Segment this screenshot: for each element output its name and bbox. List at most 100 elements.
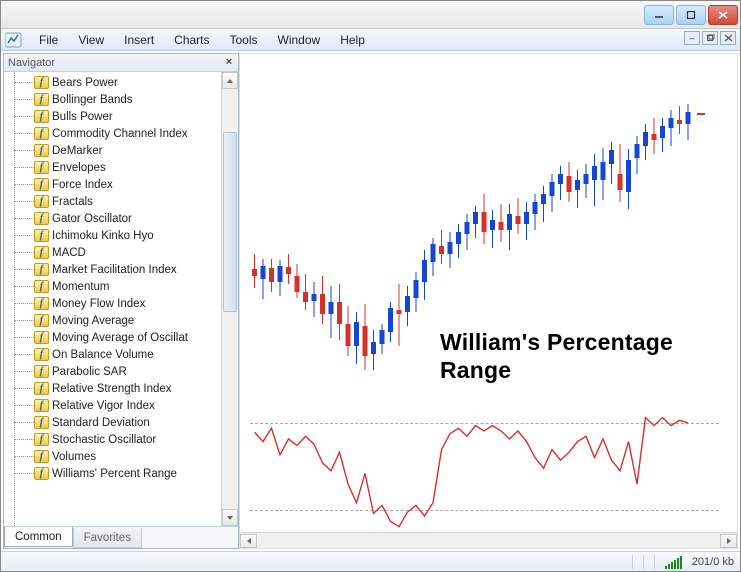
window-titlebar bbox=[1, 1, 740, 29]
mdi-close-button[interactable] bbox=[720, 31, 736, 45]
indicator-icon: f bbox=[34, 127, 49, 140]
menu-window[interactable]: Window bbox=[268, 30, 331, 50]
scroll-up-button[interactable] bbox=[222, 72, 238, 89]
indicator-item[interactable]: fRelative Strength Index bbox=[34, 380, 221, 397]
indicator-label: Market Facilitation Index bbox=[52, 264, 177, 276]
window-close-button[interactable] bbox=[708, 5, 738, 25]
indicator-item[interactable]: fWilliams' Percent Range bbox=[34, 465, 221, 482]
indicator-label: Stochastic Oscillator bbox=[52, 434, 156, 446]
chevron-right-icon bbox=[726, 537, 732, 545]
indicator-icon: f bbox=[34, 76, 49, 89]
indicator-icon: f bbox=[34, 297, 49, 310]
window-maximize-button[interactable] bbox=[676, 5, 706, 25]
minimize-icon bbox=[654, 11, 664, 19]
indicator-label: Standard Deviation bbox=[52, 417, 150, 429]
indicator-icon: f bbox=[34, 263, 49, 276]
indicator-label: Money Flow Index bbox=[52, 298, 145, 310]
indicator-item[interactable]: fVolumes bbox=[34, 448, 221, 465]
indicator-item[interactable]: fParabolic SAR bbox=[34, 363, 221, 380]
indicator-icon: f bbox=[34, 246, 49, 259]
connection-bars-icon bbox=[665, 555, 682, 569]
navigator-tab-common[interactable]: Common bbox=[4, 527, 73, 547]
scroll-thumb[interactable] bbox=[223, 132, 237, 312]
indicator-label: Momentum bbox=[52, 281, 110, 293]
indicator-icon: f bbox=[34, 161, 49, 174]
indicator-chart bbox=[240, 54, 738, 549]
navigator-scrollbar[interactable] bbox=[221, 72, 238, 526]
indicator-icon: f bbox=[34, 314, 49, 327]
indicator-item[interactable]: fFractals bbox=[34, 193, 221, 210]
indicator-label: Moving Average bbox=[52, 315, 134, 327]
chart-area[interactable]: William's Percentage Range bbox=[239, 53, 738, 549]
indicator-icon: f bbox=[34, 280, 49, 293]
indicator-label: DeMarker bbox=[52, 145, 102, 157]
statusbar: 201/0 kb bbox=[1, 551, 740, 571]
indicator-item[interactable]: fMoney Flow Index bbox=[34, 295, 221, 312]
window-minimize-button[interactable] bbox=[644, 5, 674, 25]
indicator-icon: f bbox=[34, 93, 49, 106]
indicator-item[interactable]: fMarket Facilitation Index bbox=[34, 261, 221, 278]
chevron-down-icon bbox=[226, 515, 234, 521]
indicator-item[interactable]: fBulls Power bbox=[34, 108, 221, 125]
indicator-item[interactable]: fRelative Vigor Index bbox=[34, 397, 221, 414]
menu-file[interactable]: File bbox=[29, 30, 68, 50]
indicator-label: Bollinger Bands bbox=[52, 94, 133, 106]
chart-scrollbar-horizontal[interactable] bbox=[240, 532, 737, 548]
mdi-restore-button[interactable] bbox=[702, 31, 718, 45]
indicator-item[interactable]: fEnvelopes bbox=[34, 159, 221, 176]
tree-guide-line bbox=[14, 72, 15, 526]
chevron-left-icon bbox=[246, 537, 252, 545]
menu-insert[interactable]: Insert bbox=[114, 30, 164, 50]
menubar: FileViewInsertChartsToolsWindowHelp – bbox=[1, 29, 740, 51]
indicator-icon: f bbox=[34, 348, 49, 361]
connection-status: 201/0 kb bbox=[692, 556, 734, 568]
indicator-label: Williams' Percent Range bbox=[52, 468, 177, 480]
indicator-icon: f bbox=[34, 433, 49, 446]
indicator-item[interactable]: fMACD bbox=[34, 244, 221, 261]
indicator-label: Bulls Power bbox=[52, 111, 113, 123]
indicator-icon: f bbox=[34, 450, 49, 463]
menu-help[interactable]: Help bbox=[330, 30, 375, 50]
indicator-label: Ichimoku Kinko Hyo bbox=[52, 230, 154, 242]
indicator-item[interactable]: fGator Oscillator bbox=[34, 210, 221, 227]
scroll-left-button[interactable] bbox=[240, 534, 257, 548]
menu-view[interactable]: View bbox=[68, 30, 114, 50]
indicator-item[interactable]: fStandard Deviation bbox=[34, 414, 221, 431]
indicator-icon: f bbox=[34, 416, 49, 429]
indicator-label: Force Index bbox=[52, 179, 113, 191]
indicator-label: Volumes bbox=[52, 451, 96, 463]
app-icon bbox=[5, 31, 23, 49]
scroll-down-button[interactable] bbox=[222, 509, 238, 526]
indicator-icon: f bbox=[34, 467, 49, 480]
indicator-label: MACD bbox=[52, 247, 86, 259]
navigator-close-button[interactable]: × bbox=[222, 55, 236, 69]
navigator-title: Navigator bbox=[8, 57, 55, 69]
indicator-item[interactable]: fIchimoku Kinko Hyo bbox=[34, 227, 221, 244]
indicator-item[interactable]: fCommodity Channel Index bbox=[34, 125, 221, 142]
indicator-label: Parabolic SAR bbox=[52, 366, 127, 378]
menu-tools[interactable]: Tools bbox=[220, 30, 268, 50]
chevron-up-icon bbox=[226, 78, 234, 84]
indicator-label: Relative Vigor Index bbox=[52, 400, 155, 412]
indicator-item[interactable]: fBollinger Bands bbox=[34, 91, 221, 108]
menu-charts[interactable]: Charts bbox=[164, 30, 219, 50]
indicator-item[interactable]: fBears Power bbox=[34, 74, 221, 91]
maximize-icon bbox=[686, 11, 696, 19]
indicator-label: Moving Average of Oscillat bbox=[52, 332, 188, 344]
indicator-item[interactable]: fStochastic Oscillator bbox=[34, 431, 221, 448]
indicator-item[interactable]: fOn Balance Volume bbox=[34, 346, 221, 363]
indicator-icon: f bbox=[34, 144, 49, 157]
indicator-item[interactable]: fDeMarker bbox=[34, 142, 221, 159]
indicator-icon: f bbox=[34, 178, 49, 191]
indicator-item[interactable]: fMoving Average bbox=[34, 312, 221, 329]
scroll-right-button[interactable] bbox=[720, 534, 737, 548]
indicator-item[interactable]: fMomentum bbox=[34, 278, 221, 295]
indicator-label: Fractals bbox=[52, 196, 93, 208]
indicator-label: Relative Strength Index bbox=[52, 383, 172, 395]
indicator-item[interactable]: fMoving Average of Oscillat bbox=[34, 329, 221, 346]
indicator-label: Gator Oscillator bbox=[52, 213, 132, 225]
mdi-minimize-button[interactable]: – bbox=[684, 31, 700, 45]
navigator-tab-favorites[interactable]: Favorites bbox=[73, 528, 142, 548]
indicator-icon: f bbox=[34, 195, 49, 208]
indicator-item[interactable]: fForce Index bbox=[34, 176, 221, 193]
